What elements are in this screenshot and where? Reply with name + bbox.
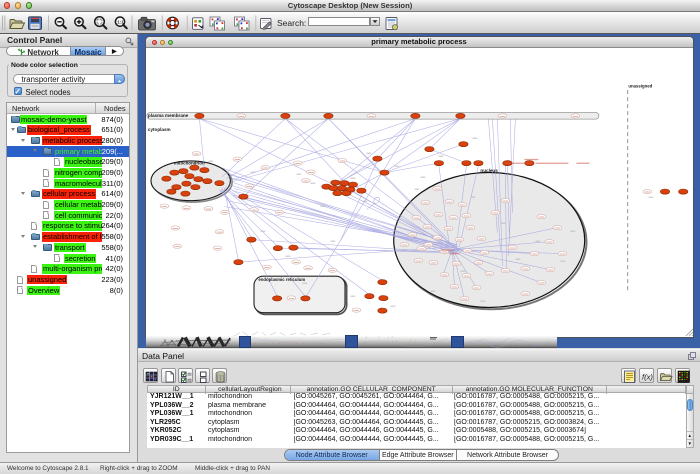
svg-text:endoplasmic reticulum: endoplasmic reticulum xyxy=(258,277,305,282)
svg-text:nucleus: nucleus xyxy=(480,168,498,173)
svg-text:f(x): f(x) xyxy=(642,372,653,381)
svg-text:cytoplasm: cytoplasm xyxy=(147,127,170,132)
svg-text:mitochondrion: mitochondrion xyxy=(173,161,204,166)
svg-text:unassigned: unassigned xyxy=(628,84,652,89)
svg-text:1:1: 1:1 xyxy=(117,19,124,24)
svg-text:plasma membrane: plasma membrane xyxy=(147,113,188,118)
